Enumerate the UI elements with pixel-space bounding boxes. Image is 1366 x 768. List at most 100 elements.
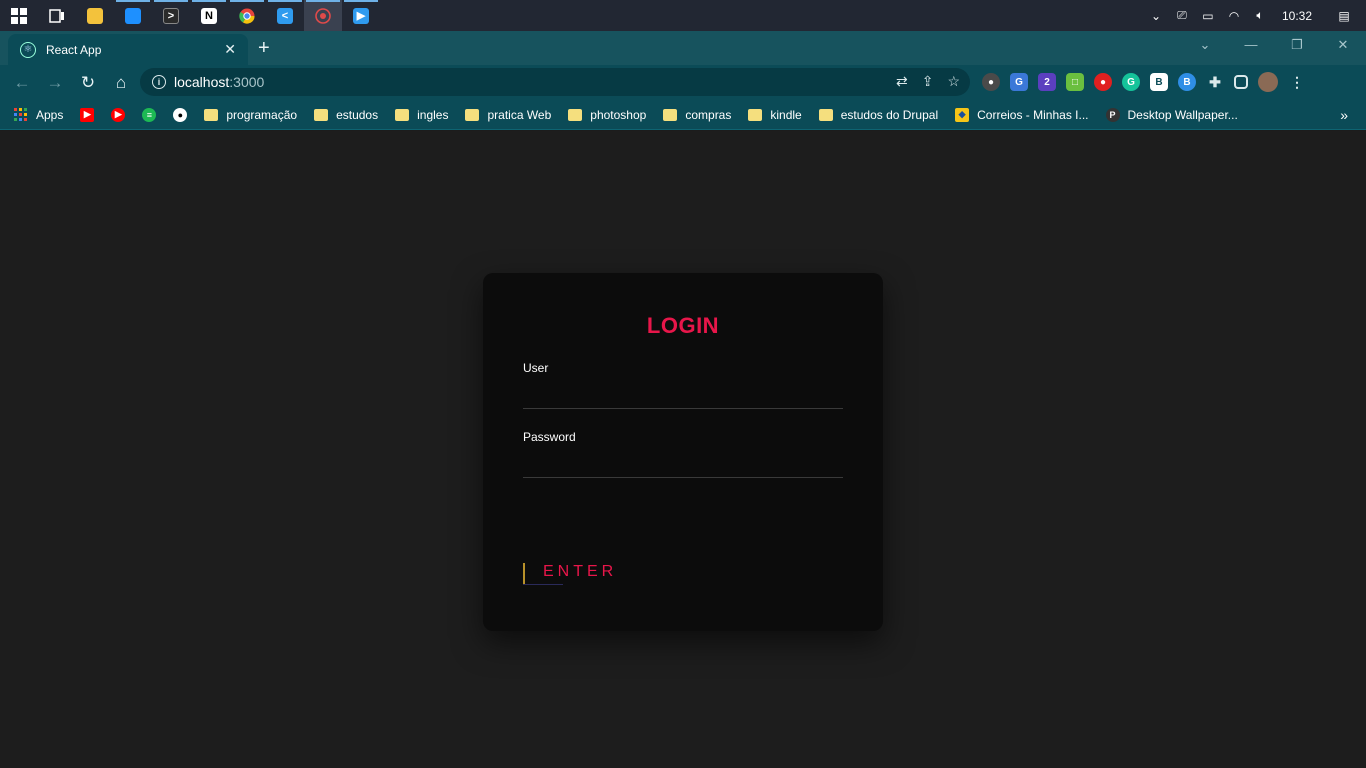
extension-green-icon[interactable]: □ xyxy=(1066,73,1084,91)
close-tab-icon[interactable]: ✕ xyxy=(224,41,236,58)
battery-icon[interactable]: ▭ xyxy=(1200,9,1216,23)
bookmark-label: Apps xyxy=(36,107,64,122)
menu-icon[interactable]: ⋮ xyxy=(1288,73,1306,91)
share-icon[interactable]: ⇪ xyxy=(922,73,934,90)
bookmark-folder[interactable]: pratica Web xyxy=(465,108,551,122)
bookmark-spotify[interactable]: ≡ xyxy=(142,107,157,122)
vscode-icon[interactable]: < xyxy=(266,0,304,31)
enter-button[interactable]: ENTER xyxy=(523,555,653,589)
bookmark-github[interactable]: ● xyxy=(173,107,188,122)
tab-title: React App xyxy=(46,42,102,57)
bookmark-youtube[interactable]: ▶ xyxy=(80,107,95,122)
windows-taskbar: > N < ▶ ⌄ ⎚ ▭ ◠ 🔈︎ 10:32 ▤ xyxy=(0,0,1366,31)
apps-grid-icon xyxy=(14,107,28,122)
extensions-puzzle-icon[interactable]: ✚ xyxy=(1206,73,1224,91)
side-panel-icon[interactable] xyxy=(1234,75,1248,89)
password-label: Password xyxy=(523,430,576,444)
bookmark-label: compras xyxy=(685,107,732,122)
bookmark-folder[interactable]: estudos xyxy=(314,108,378,122)
terminal-icon[interactable]: > xyxy=(152,0,190,31)
button-left-border xyxy=(523,563,525,585)
bookmark-correios[interactable]: ◆ Correios - Minhas I... xyxy=(955,107,1089,122)
bookmark-label: estudos do Drupal xyxy=(840,107,939,122)
clock[interactable]: 10:32 xyxy=(1282,9,1312,23)
bookmark-folder[interactable]: programação xyxy=(204,108,297,122)
home-icon[interactable]: ⌂ xyxy=(105,67,137,99)
profile-avatar[interactable] xyxy=(1258,72,1278,92)
spy-extension-icon[interactable]: ● xyxy=(982,73,1000,91)
store-icon[interactable] xyxy=(114,0,152,31)
translate-icon[interactable]: ⇄ xyxy=(896,73,908,90)
extension-blue-b-icon[interactable]: B xyxy=(1178,73,1196,91)
folder-icon xyxy=(568,108,583,121)
user-input[interactable] xyxy=(523,383,843,409)
bookmark-folder[interactable]: estudos do Drupal xyxy=(818,107,939,122)
extensions-row: ● G 2 □ ● G B B ✚ ⋮ xyxy=(982,72,1306,92)
back-icon[interactable]: ← xyxy=(6,67,38,99)
tab-strip: ⚛ React App ✕ + ⌄ — ❐ ✕ xyxy=(0,31,1366,65)
folder-icon xyxy=(314,108,329,121)
bookmark-youtube-music[interactable]: ▶ xyxy=(111,107,126,122)
file-explorer-icon[interactable] xyxy=(76,0,114,31)
page-viewport: LOGIN User Password ENTER xyxy=(0,131,1366,768)
folder-icon xyxy=(748,108,763,121)
windows-start-icon[interactable] xyxy=(0,0,38,31)
tab-search-icon[interactable]: ⌄ xyxy=(1182,31,1228,59)
login-card: LOGIN User Password ENTER xyxy=(483,273,883,631)
restore-icon[interactable]: ❐ xyxy=(1274,31,1320,59)
url-host: localhost xyxy=(174,74,230,90)
chevron-up-icon[interactable]: ⌄ xyxy=(1148,9,1164,23)
address-bar[interactable]: i localhost:3000 ⇄ ⇪ ☆ xyxy=(140,68,970,96)
bookmark-folder[interactable]: photoshop xyxy=(568,108,646,122)
bookmark-label: Correios - Minhas I... xyxy=(977,107,1089,122)
bookmark-label: kindle xyxy=(770,107,802,122)
youtube-icon: ▶ xyxy=(80,107,95,122)
react-icon: ⚛ xyxy=(20,41,36,58)
forward-icon[interactable]: → xyxy=(39,67,71,99)
folder-icon xyxy=(818,108,833,121)
wifi-icon[interactable]: ◠ xyxy=(1226,9,1242,23)
notion-icon[interactable]: N xyxy=(190,0,228,31)
extension-2-icon[interactable]: 2 xyxy=(1038,73,1056,91)
bookmark-label: photoshop xyxy=(590,107,647,122)
browser-toolbar: ← → ↻ ⌂ i localhost:3000 ⇄ ⇪ ☆ ● G 2 □ ●… xyxy=(0,65,1366,100)
folder-icon xyxy=(663,108,678,121)
wallpaper-site-icon: P xyxy=(1105,107,1120,122)
google-translate-icon[interactable]: G xyxy=(1010,73,1028,91)
chrome-icon[interactable] xyxy=(228,0,266,31)
bookmark-wallpaper[interactable]: P Desktop Wallpaper... xyxy=(1105,107,1238,122)
site-info-icon[interactable]: i xyxy=(152,75,166,89)
more-bookmarks-icon[interactable]: » xyxy=(1340,107,1348,123)
correios-icon: ◆ xyxy=(955,107,970,122)
record-icon[interactable] xyxy=(304,0,342,31)
bookmark-folder[interactable]: ingles xyxy=(395,108,448,122)
bookmark-folder[interactable]: compras xyxy=(663,108,731,122)
youtube-music-icon: ▶ xyxy=(111,107,126,122)
bookmark-apps[interactable]: Apps xyxy=(14,107,64,122)
system-tray: ⌄ ⎚ ▭ ◠ 🔈︎ 10:32 ▤ xyxy=(1148,0,1366,31)
task-view-icon[interactable] xyxy=(38,0,76,31)
notifications-icon[interactable]: ▤ xyxy=(1336,9,1352,23)
new-tab-button[interactable]: + xyxy=(258,38,270,58)
photos-icon[interactable]: ▶ xyxy=(342,0,380,31)
minimize-icon[interactable]: — xyxy=(1228,31,1274,59)
enter-button-label: ENTER xyxy=(543,563,618,580)
bookmark-label: programação xyxy=(226,107,298,122)
meet-now-icon[interactable]: ⎚ xyxy=(1174,8,1190,23)
bookmark-label: estudos xyxy=(336,107,379,122)
extension-red-icon[interactable]: ● xyxy=(1094,73,1112,91)
reload-icon[interactable]: ↻ xyxy=(72,67,104,99)
github-icon: ● xyxy=(173,107,188,122)
tab-react-app[interactable]: ⚛ React App ✕ xyxy=(8,34,248,65)
bookmark-label: pratica Web xyxy=(487,107,552,122)
close-window-icon[interactable]: ✕ xyxy=(1320,31,1366,59)
password-input[interactable] xyxy=(523,452,843,478)
bookmark-folder[interactable]: kindle xyxy=(748,107,802,122)
extension-b-icon[interactable]: B xyxy=(1150,73,1168,91)
folder-icon xyxy=(465,108,480,121)
bookmark-label: Desktop Wallpaper... xyxy=(1127,107,1238,122)
volume-icon[interactable]: 🔈︎ xyxy=(1252,8,1268,23)
grammarly-icon[interactable]: G xyxy=(1122,73,1140,91)
login-title: LOGIN xyxy=(646,313,720,338)
bookmark-star-icon[interactable]: ☆ xyxy=(947,73,960,90)
